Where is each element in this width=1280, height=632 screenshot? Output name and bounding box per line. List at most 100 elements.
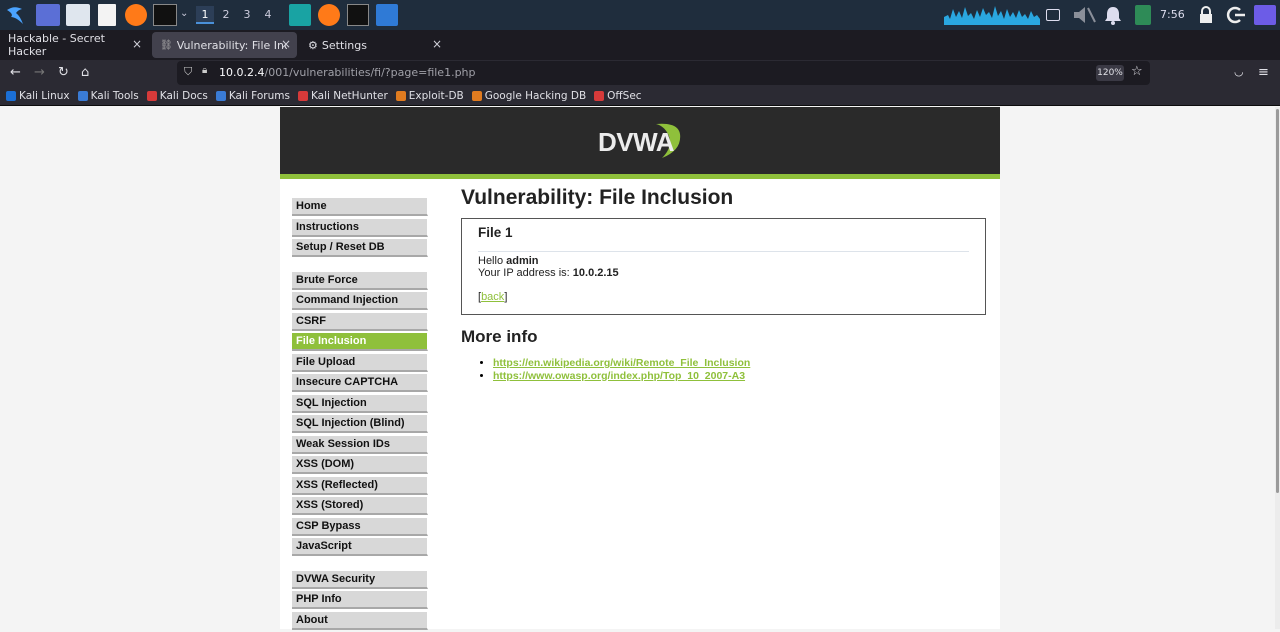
chevron-down-icon[interactable]: ⌄ [180,8,188,19]
dvwa-logo-text: DVWA [598,127,675,157]
tab-file-inclusion[interactable]: ⛓ Vulnerability: File Inclusio × [152,32,297,58]
menu-item-command-injection[interactable]: Command Injection [292,292,428,310]
battery-icon[interactable] [1135,5,1151,25]
menu-item-sql-injection[interactable]: SQL Injection [292,394,428,413]
firefox-icon[interactable] [125,4,147,26]
menu-item-brute-force[interactable]: Brute Force [292,271,428,290]
menu-item-about[interactable]: About [292,611,428,630]
window-list-icon[interactable] [376,4,398,26]
bookmark-star-icon[interactable]: ☆ [1131,64,1143,79]
menu-item-insecure-captcha[interactable]: Insecure CAPTCHA [292,374,428,392]
hello-prefix: Hello [478,255,507,267]
menu-item-home[interactable]: Home [292,198,428,216]
more-info-list: https://en.wikipedia.org/wiki/Remote_Fil… [461,357,986,382]
menu-item-instructions[interactable]: Instructions [292,218,428,237]
vulnerable-code-area: File 1 Hello admin Your IP address is: 1… [461,218,986,315]
home-icon[interactable]: ⌂ [81,65,89,80]
page-viewport: DVWA Home Instructions Setup / Reset DB Bru… [0,107,1280,630]
reload-icon[interactable]: ↻ [58,65,69,80]
more-info-heading: More info [461,327,538,346]
bookmark-kali-linux[interactable]: Kali Linux [6,90,70,102]
tab-title: Hackable - Secret Hacker [8,32,105,58]
menu-item-file-inclusion[interactable]: File Inclusion [292,333,428,351]
forward-arrow-icon[interactable]: → [34,65,45,80]
menu-item-weak-session-ids[interactable]: Weak Session IDs [292,435,428,454]
menu-item-csrf[interactable]: CSRF [292,312,428,331]
menu-item-javascript[interactable]: JavaScript [292,538,428,556]
tab-settings[interactable]: ⚙ Settings × [300,32,448,58]
mute-icon[interactable] [1071,5,1097,25]
menu-item-file-upload[interactable]: File Upload [292,353,428,372]
menu-item-xss-stored[interactable]: XSS (Stored) [292,497,428,515]
bookmark-kali-tools[interactable]: Kali Tools [77,89,139,102]
bookmark-offsec[interactable]: OffSec [594,89,642,102]
bracket-close: ] [504,291,508,303]
shield-icon[interactable]: ⛉ [184,65,192,79]
firefox-window-icon[interactable] [318,4,340,26]
list-item: https://en.wikipedia.org/wiki/Remote_Fil… [493,357,986,370]
kali-docs-icon [146,90,157,101]
main-content: Vulnerability: File Inclusion File 1 Hel… [461,186,986,382]
file-manager-icon[interactable] [66,4,90,26]
file-title: File 1 [478,225,513,240]
gear-icon: ⚙ [308,38,318,52]
menu-item-xss-reflected[interactable]: XSS (Reflected) [292,476,428,495]
workspace-1[interactable]: 1 [196,6,214,24]
bookmark-kali-nethunter[interactable]: Kali NetHunter [297,89,388,102]
bookmark-kali-forums[interactable]: Kali Forums [215,90,290,102]
wikipedia-link[interactable]: https://en.wikipedia.org/wiki/Remote_Fil… [493,357,750,369]
bookmark-label: Kali Tools [90,89,139,102]
browser-tab-bar: Hackable - Secret Hacker × ⛓ Vulnerabili… [0,30,1280,84]
menu-item-csp-bypass[interactable]: CSP Bypass [292,517,428,536]
terminal-window-icon[interactable] [347,4,369,26]
menu-item-dvwa-security[interactable]: DVWA Security [292,570,428,589]
menu-item-setup-reset-db[interactable]: Setup / Reset DB [292,239,428,257]
workspace-2[interactable]: 2 [217,6,235,24]
text-editor-icon[interactable] [98,4,116,26]
bookmark-kali-docs[interactable]: Kali Docs [146,90,208,102]
page-title: Vulnerability: File Inclusion [461,186,734,209]
menu-item-sql-injection-blind[interactable]: SQL Injection (Blind) [292,415,428,433]
menu-item-php-info[interactable]: PHP Info [292,591,428,609]
back-link[interactable]: back [481,291,504,303]
close-icon[interactable]: × [132,37,142,51]
cpu-graph-icon [944,6,1040,25]
bookmark-google-hacking-db[interactable]: Google Hacking DB [471,90,586,102]
workspace-3[interactable]: 3 [238,6,256,24]
app-window-icon[interactable] [289,4,311,26]
bookmark-exploit-db[interactable]: Exploit-DB [395,90,464,102]
tab-hackable[interactable]: Hackable - Secret Hacker × [0,32,148,58]
ip-value: 10.0.2.15 [572,267,619,279]
workspace-desktop-icon[interactable] [36,4,60,26]
url-text[interactable]: 10.0.2.4/001/vulnerabilities/fi/?page=fi… [219,66,476,79]
lock-icon[interactable] [1198,5,1214,25]
back-line: [back] [478,291,969,303]
clock[interactable]: 7:56 [1160,8,1185,21]
back-arrow-icon[interactable]: ← [10,65,21,80]
owasp-link[interactable]: https://www.owasp.org/index.php/Top_10_2… [493,370,745,382]
hamburger-menu-icon[interactable]: ≡ [1258,65,1269,80]
tab-title: Settings [321,38,367,52]
hello-line: Hello admin [478,255,969,267]
terminal-icon[interactable] [153,4,177,26]
logout-icon[interactable] [1226,5,1246,25]
url-bar[interactable]: ⛉ 🔒︎ 10.0.2.4/001/vulnerabilities/fi/?pa… [177,61,1150,85]
pocket-icon[interactable]: ◡ [1234,65,1244,78]
workspace-4[interactable]: 4 [259,6,277,24]
bookmark-label: Kali NetHunter [310,89,388,102]
show-desktop-icon[interactable] [1254,5,1276,25]
zoom-indicator[interactable]: 120% [1096,65,1124,81]
kali-forums-icon [215,90,226,101]
screen-icon[interactable] [1046,9,1060,21]
page-scrollbar[interactable] [1275,107,1280,629]
kali-menu-icon[interactable] [4,4,28,26]
menu-spacer [292,559,428,571]
menu-item-xss-dom[interactable]: XSS (DOM) [292,456,428,474]
close-icon[interactable]: × [432,37,442,51]
lock-icon[interactable]: 🔒︎ [202,65,207,76]
scrollbar-thumb[interactable] [1276,109,1279,493]
notifications-bell-icon[interactable] [1102,5,1124,25]
exploit-db-icon [395,90,406,101]
close-icon[interactable]: × [281,37,291,51]
bookmark-label: OffSec [607,89,642,102]
